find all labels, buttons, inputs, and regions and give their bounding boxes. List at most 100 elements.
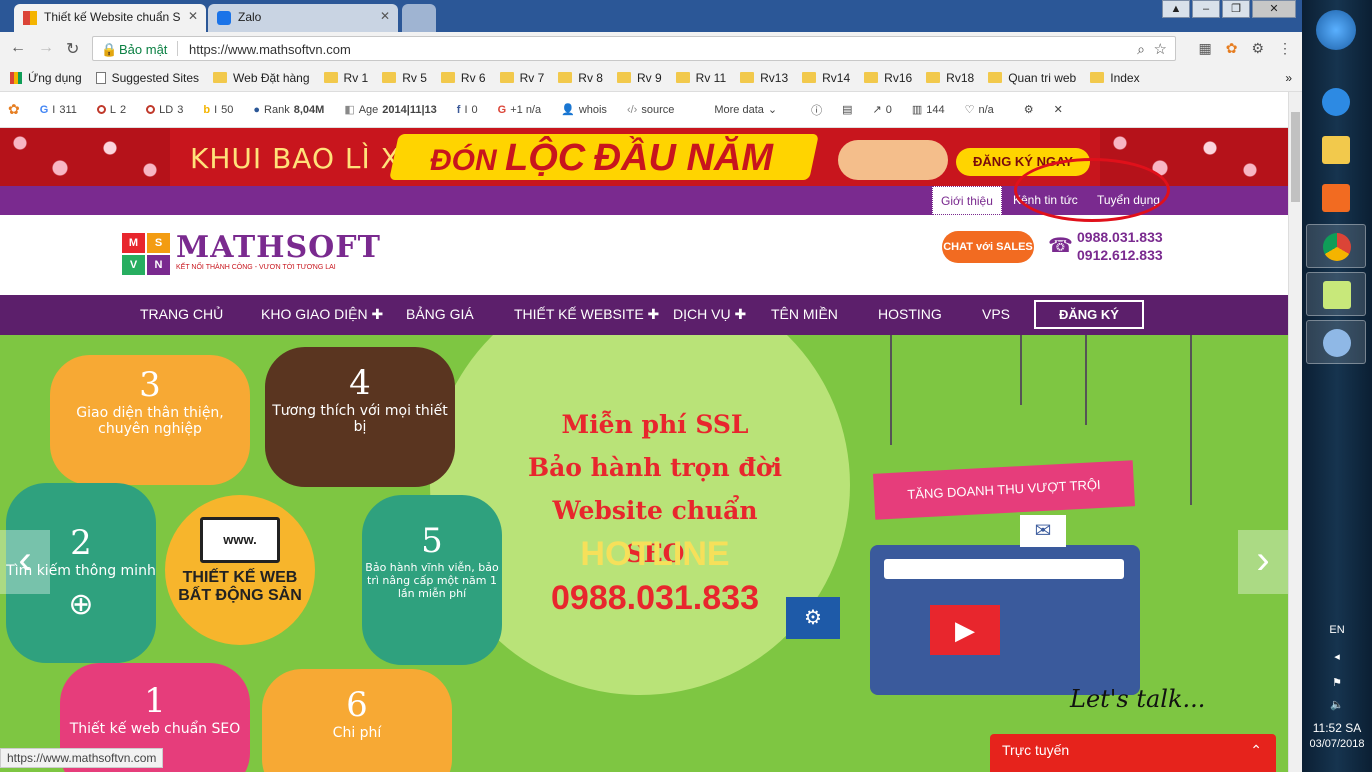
seo-google-index[interactable]: G I 311 (40, 104, 77, 116)
seo-facebook[interactable]: f I 0 (457, 104, 478, 116)
bookmark-folder[interactable]: Rv 8 (558, 71, 603, 85)
bookmark-folder[interactable]: Rv14 (802, 71, 850, 85)
tray-expand-icon[interactable]: ◂ (1302, 650, 1372, 663)
bookmark-folder[interactable]: Rv 6 (440, 71, 486, 85)
nav-vps[interactable]: VPS (982, 306, 1010, 322)
taskbar-ie[interactable] (1306, 80, 1366, 124)
more-bookmarks-button[interactable]: » (1285, 71, 1292, 85)
user-icon[interactable]: ▲ (1162, 0, 1190, 18)
seo-na[interactable]: ♡ n/a (965, 103, 994, 117)
bookmark-star-icon[interactable]: ☆ (1154, 40, 1167, 58)
nav-trang-chu[interactable]: TRANG CHỦ (140, 306, 223, 322)
register-button[interactable]: ĐĂNG KÝ (1034, 300, 1144, 329)
nav-kho-giao-dien[interactable]: KHO GIAO DIỆN ✚ (261, 306, 383, 323)
bookmark-folder[interactable]: Rv 5 (382, 71, 427, 85)
new-tab-button[interactable] (402, 4, 436, 32)
seo-outlinks[interactable]: ↗ 0 (873, 103, 892, 117)
zoom-icon[interactable]: ⌕ (1137, 41, 1145, 58)
start-button[interactable] (1316, 10, 1356, 50)
seo-gplus[interactable]: G +1 n/a (498, 104, 541, 116)
page-scrollbar[interactable] (1288, 92, 1302, 772)
mail-icon: ✉ (1020, 515, 1066, 547)
nav-ten-mien[interactable]: TÊN MIỀN (771, 306, 838, 322)
seo-l[interactable]: L 2 (96, 104, 126, 116)
seo-links[interactable]: ▥ 144 (912, 103, 945, 117)
language-indicator[interactable]: EN (1302, 624, 1372, 636)
taskbar-paint[interactable] (1306, 320, 1366, 364)
seoquake-logo-icon[interactable]: ✿ (8, 101, 20, 118)
tab-zalo[interactable]: Zalo ✕ (208, 4, 398, 32)
seo-settings-icon[interactable]: ⚙ (1024, 103, 1034, 116)
folder-icon (323, 72, 338, 83)
chat-sales-button[interactable]: CHAT với SALES (942, 231, 1034, 263)
bookmark-folder[interactable]: Rv 11 (675, 71, 726, 85)
logo-mark[interactable]: M S V N (122, 233, 170, 275)
nav-bang-gia[interactable]: BẢNG GIÁ (406, 306, 474, 322)
bookmark-folder[interactable]: Rv18 (926, 71, 974, 85)
back-icon[interactable]: ← (10, 39, 26, 57)
logo-name[interactable]: MATHSOFT (176, 230, 381, 265)
seo-rank[interactable]: ● Rank 8,04M (253, 104, 324, 116)
hotline-2[interactable]: 0912.612.833 (1077, 247, 1163, 263)
tab-mathsoft[interactable]: Thiết kế Website chuẩn S ✕ (14, 4, 206, 32)
menu-icon[interactable]: ⋮ (1278, 40, 1292, 57)
hotline-1[interactable]: 0988.031.833 (1077, 229, 1163, 245)
logo-letter: M (122, 233, 145, 253)
seoquake-bar: ✿ G I 311 L 2 LD 3 b I 50 ● Rank 8,04M ◧ A… (0, 92, 1302, 128)
scrollbar-thumb[interactable] (1291, 112, 1300, 202)
slider-prev-button[interactable]: ‹ (0, 530, 50, 594)
clock-date[interactable]: 03/07/2018 (1302, 738, 1372, 750)
bookmark-folder[interactable]: Rv13 (740, 71, 788, 85)
nav-thiet-ke-website[interactable]: THIẾT KẾ WEBSITE ✚ (514, 306, 659, 323)
blossom-decoration-left (0, 128, 170, 186)
reload-icon[interactable]: ↻ (66, 39, 79, 59)
bookmark-folder[interactable]: Rv 1 (323, 71, 368, 85)
chevron-up-icon[interactable]: ⌃ (1250, 742, 1262, 759)
hero-hotline-number[interactable]: 0988.031.833 (520, 579, 790, 618)
taskbar-chrome[interactable] (1306, 224, 1366, 268)
seo-bing[interactable]: b I 50 (203, 104, 233, 116)
live-chat-widget[interactable]: Trực tuyến ⌃ (990, 734, 1276, 772)
bookmark-folder[interactable]: Index (1090, 71, 1140, 85)
bookmark-apps[interactable]: Ứng dụng (10, 71, 82, 85)
seo-age[interactable]: ◧ Age 2014|11|13 (344, 103, 436, 117)
nav-dich-vu[interactable]: DỊCH VỤ ✚ (673, 306, 746, 323)
seo-source[interactable]: ‹/› source (627, 104, 674, 116)
seo-page-icon[interactable]: ▤ (842, 103, 852, 116)
url-text[interactable]: https://www.mathsoftvn.com (189, 42, 351, 57)
taskbar-explorer[interactable] (1306, 128, 1366, 172)
bookmark-folder[interactable]: Web Đặt hàng (213, 71, 310, 85)
seo-ld[interactable]: LD 3 (146, 104, 183, 116)
seo-info-icon[interactable]: ⓘ (811, 102, 822, 118)
volume-icon[interactable]: 🔈 (1302, 698, 1372, 711)
forward-icon[interactable]: → (38, 39, 54, 57)
taskbar-media[interactable] (1306, 176, 1366, 220)
seo-close-icon[interactable]: ✕ (1054, 103, 1063, 116)
slider-next-button[interactable]: › (1238, 530, 1288, 594)
bookmark-folder[interactable]: Rv16 (864, 71, 912, 85)
bookmark-folder[interactable]: Rv 9 (616, 71, 662, 85)
seo-more-data[interactable]: More data ⌄ (714, 103, 777, 117)
network-icon[interactable]: ⚑ (1302, 676, 1372, 689)
lets-talk-text: Let's talk... (1070, 685, 1206, 713)
nav-hosting[interactable]: HOSTING (878, 306, 942, 322)
taskbar-notes[interactable] (1306, 272, 1366, 316)
clock-time[interactable]: 11:52 SA (1302, 721, 1372, 735)
minimize-button[interactable]: – (1192, 0, 1220, 18)
close-tab-icon[interactable]: ✕ (380, 9, 390, 23)
apps-icon (10, 71, 22, 84)
bookmark-folder[interactable]: Rv 7 (499, 71, 544, 85)
folder-icon (382, 72, 397, 83)
close-tab-icon[interactable]: ✕ (188, 9, 198, 23)
maximize-button[interactable]: ❐ (1222, 0, 1250, 18)
bookmark-suggested[interactable]: Suggested Sites (95, 71, 199, 85)
bookmark-folder[interactable]: Quan tri web (988, 71, 1076, 85)
seo-whois[interactable]: 👤 whois (561, 103, 607, 117)
address-bar[interactable]: 🔒 Bảo mật https://www.mathsoftvn.com ⌕ ☆ (92, 36, 1176, 61)
close-window-button[interactable]: ✕ (1252, 0, 1296, 18)
extension-1-icon[interactable]: ▦ (1198, 40, 1211, 57)
extension-3-icon[interactable]: ⚙ (1251, 40, 1264, 57)
secure-label: Bảo mật (119, 42, 168, 57)
topnav-gioi-thieu[interactable]: Giới thiệu (932, 186, 1002, 215)
seoquake-icon[interactable]: ✿ (1226, 40, 1238, 57)
